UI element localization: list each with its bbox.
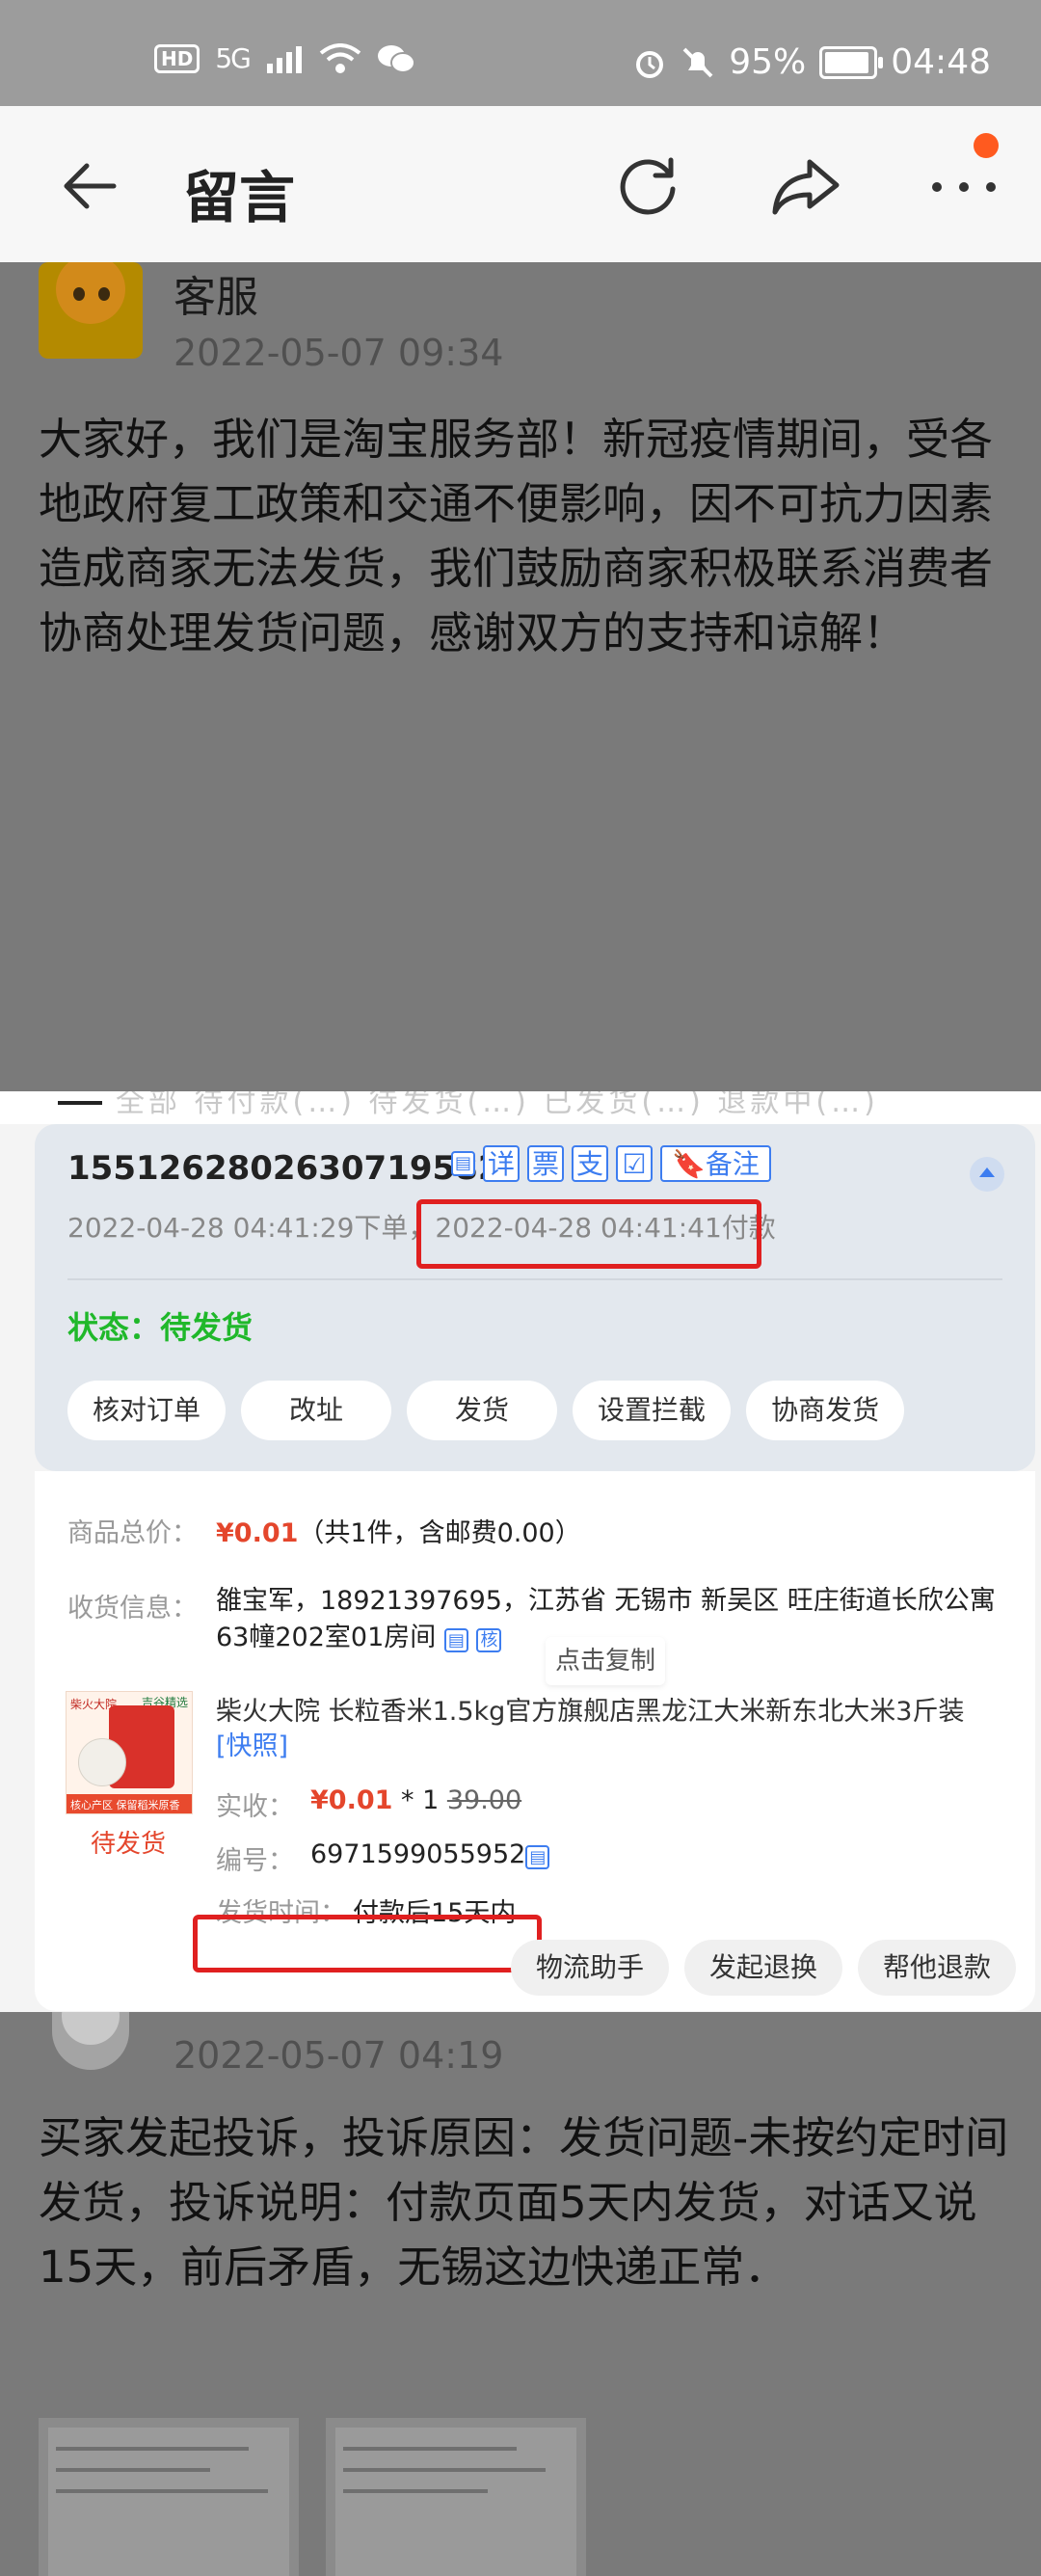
message-text: 大家好，我们是淘宝服务部！新冠疫情期间，受各地政府复工政策和交通不便影响，因不可…: [39, 414, 994, 658]
invoice-tag[interactable]: 票: [527, 1145, 565, 1182]
wifi-icon: [319, 42, 361, 73]
battery-icon: [819, 45, 884, 79]
alarm-icon: [636, 50, 664, 78]
message-time-2: 2022-05-07 04:19: [174, 2034, 504, 2077]
attachment-thumbnail-2[interactable]: [326, 2418, 586, 2576]
clock: 04:48: [891, 42, 991, 82]
hd-icon: HD: [154, 43, 200, 73]
detail-tag[interactable]: 详: [483, 1145, 520, 1182]
snapshot-link[interactable]: [快照]: [216, 1731, 288, 1761]
screenshot-top-strip: 全部 待付款(…) 待发货(…) 已发货(…) 退款中(…): [0, 1091, 1041, 1124]
attached-screenshot[interactable]: 全部 待付款(…) 待发货(…) 已发货(…) 退款中(…) 155126280…: [0, 1091, 1041, 2012]
message-time: 2022-05-07 09:34: [174, 332, 504, 374]
copy-code-icon[interactable]: ▤: [525, 1845, 550, 1869]
network-5g-icon: 5G: [215, 42, 251, 74]
order-number: 1551262802630719582: [67, 1149, 501, 1188]
back-arrow-icon[interactable]: [58, 154, 121, 218]
order-time: 2022-04-28 04:41:29下单，: [67, 1212, 436, 1244]
logistics-helper-button[interactable]: 物流助手: [510, 1940, 669, 1996]
refresh-icon[interactable]: [609, 147, 686, 224]
attachment-thumbnail-1[interactable]: [39, 2418, 299, 2576]
paid-label: 实收：: [216, 1792, 294, 1822]
code-label: 编号：: [216, 1846, 294, 1876]
notification-dot: [974, 133, 999, 158]
note-label: 备注: [705, 1148, 760, 1180]
screenshot-tabs-text: 全部 待付款(…) 待发货(…) 已发货(…) 退款中(…): [116, 1091, 879, 1119]
order-status: 状态：待发货: [67, 1309, 254, 1346]
note-button[interactable]: 🔖备注: [660, 1145, 771, 1182]
mute-icon: [682, 47, 713, 77]
collapse-icon[interactable]: [970, 1157, 1004, 1192]
message-list: 客服 2022-05-07 09:34 大家好，我们是淘宝服务部！新冠疫情期间，…: [0, 262, 1041, 2576]
copy-tooltip: 点击复制: [546, 1637, 665, 1685]
product-image[interactable]: 柴火大院 吉谷精选 核心产区 保留稻米原香: [66, 1691, 193, 1814]
pay-tag[interactable]: 支: [572, 1145, 609, 1182]
product-image-footer: 核心产区 保留稻米原香: [70, 1799, 180, 1811]
start-return-button[interactable]: 发起退换: [683, 1940, 842, 1996]
total-label: 商品总价：: [67, 1518, 198, 1548]
sender-name: 客服: [174, 273, 258, 322]
copy-icon[interactable]: ▤: [451, 1151, 476, 1176]
status-left: HD 5G: [154, 42, 415, 74]
highlight-ship-time: [193, 1915, 542, 1972]
page-title: 留言: [183, 165, 296, 230]
ship-button[interactable]: 发货: [407, 1381, 558, 1440]
bottom-action-row: 物流助手 发起退换 帮他退款: [510, 1940, 1016, 1996]
code-value: 6971599055952 ▤: [310, 1839, 550, 1869]
check-order-button[interactable]: 核对订单: [67, 1381, 227, 1440]
receiver-label: 收货信息：: [67, 1594, 198, 1623]
negotiate-ship-button[interactable]: 协商发货: [746, 1381, 905, 1440]
paid-value: ¥0.01 * 1 39.00: [310, 1785, 522, 1815]
more-icon[interactable]: [925, 147, 1002, 224]
product-title[interactable]: 柴火大院 长粒香米1.5kg官方旗舰店黑龙江大米新东北大米3斤装 [快照]: [216, 1695, 1006, 1764]
signal-icon: [266, 45, 302, 73]
check-icon[interactable]: ☑: [616, 1145, 654, 1182]
total-value: ¥0.01（共1件，含邮费0.00）: [216, 1518, 581, 1548]
order-detail: 商品总价： ¥0.01（共1件，含邮费0.00） 收货信息： 雒宝军，18921…: [35, 1471, 1035, 2011]
message-text-2: 买家发起投诉，投诉原因：发货问题-未按约定时间发货，投诉说明：付款页面5天内发货…: [39, 2112, 1009, 2293]
verify-tag[interactable]: 核: [476, 1628, 502, 1652]
copy-address-icon[interactable]: ▤: [443, 1628, 468, 1652]
avatar-buyer: [52, 2012, 129, 2070]
wechat-icon: [377, 44, 415, 73]
product-status: 待发货: [91, 1830, 167, 1859]
order-tag-row: ▤ 详 票 支 ☑ 🔖备注: [451, 1145, 771, 1182]
order-card-header: 1551262802630719582 ▤ 详 票 支 ☑ 🔖备注 2022-0…: [35, 1124, 1035, 1471]
refund-button[interactable]: 帮他退款: [857, 1940, 1016, 1996]
change-address-button[interactable]: 改址: [241, 1381, 392, 1440]
status-right: 95% 04:48: [632, 42, 991, 82]
order-action-row: 核对订单 改址 发货 设置拦截 协商发货: [67, 1381, 905, 1440]
share-icon[interactable]: [767, 147, 844, 224]
divider: [67, 1278, 1002, 1280]
status-bar: HD 5G 95% 04:48: [0, 0, 1041, 106]
nav-bar: 留言: [0, 106, 1041, 262]
set-intercept-button[interactable]: 设置拦截: [573, 1381, 732, 1440]
highlight-pay-time: [416, 1199, 761, 1269]
avatar-customer-service: [39, 262, 143, 359]
battery-percent: 95%: [729, 42, 807, 82]
